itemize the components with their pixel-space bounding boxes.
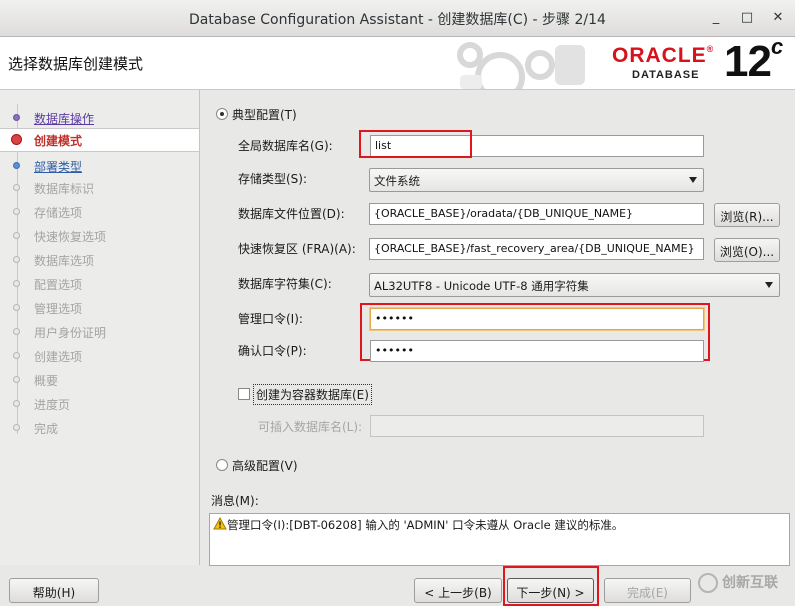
step-disabled-icon	[13, 376, 20, 383]
nav-step-database-operation[interactable]: 数据库操作	[0, 107, 199, 129]
db-file-location-input[interactable]: {ORACLE_BASE}/oradata/{DB_UNIQUE_NAME}	[369, 203, 704, 225]
step-disabled-icon	[13, 280, 20, 287]
step-disabled-icon	[13, 352, 20, 359]
nav-step-finish: 完成	[0, 417, 199, 439]
db-file-location-label: 数据库文件位置(D):	[238, 207, 345, 221]
nav-step-fast-recovery: 快速恢复选项	[0, 225, 199, 247]
warning-icon	[213, 517, 227, 530]
typical-config-radio[interactable]	[216, 108, 228, 120]
back-button[interactable]: < 上一步(B)	[414, 578, 502, 603]
admin-password-label: 管理口令(I):	[238, 312, 303, 326]
finish-button: 完成(E)	[604, 578, 691, 603]
step-disabled-icon	[13, 232, 20, 239]
maximize-button[interactable]: □	[738, 9, 756, 27]
header-banner: 选择数据库创建模式 ORACLE® DATABASE 12c	[0, 37, 795, 90]
nav-step-label: 存储选项	[34, 206, 83, 220]
charset-label: 数据库字符集(C):	[238, 277, 332, 291]
nav-step-summary: 概要	[0, 369, 199, 391]
nav-step-label: 数据库操作	[34, 112, 95, 126]
pluggable-db-label: 可插入数据库名(L):	[258, 420, 363, 434]
nav-step-label: 数据库标识	[34, 182, 95, 196]
typical-config-label[interactable]: 典型配置(T)	[232, 106, 297, 123]
fra-input[interactable]: {ORACLE_BASE}/fast_recovery_area/{DB_UNI…	[369, 238, 704, 260]
nav-step-label: 快速恢复选项	[34, 230, 107, 244]
nav-step-label: 创建选项	[34, 350, 83, 364]
oracle-database-label: DATABASE	[632, 69, 700, 81]
nav-step-label: 进度页	[34, 398, 71, 412]
gears-decoration-icon	[457, 42, 585, 89]
nav-step-deployment-type[interactable]: 部署类型	[0, 155, 199, 177]
step-current-icon	[11, 134, 22, 145]
charset-select[interactable]: AL32UTF8 - Unicode UTF-8 通用字符集	[369, 273, 780, 297]
window-titlebar: Database Configuration Assistant - 创建数据库…	[0, 0, 795, 37]
nav-step-label: 配置选项	[34, 278, 83, 292]
step-disabled-icon	[13, 184, 20, 191]
highlight-next-button	[503, 566, 599, 606]
step-pending-icon	[13, 162, 20, 169]
storage-type-select[interactable]: 文件系统	[369, 168, 704, 192]
step-disabled-icon	[13, 400, 20, 407]
nav-step-label: 概要	[34, 374, 59, 388]
nav-step-creation-mode[interactable]: 创建模式	[0, 128, 199, 152]
page-heading: 选择数据库创建模式	[8, 55, 144, 73]
watermark-logo: 创新互联	[698, 572, 778, 593]
message-text: 管理口令(I):[DBT-06208] 输入的 'ADMIN' 口令未遵从 Or…	[227, 518, 624, 532]
close-button[interactable]: ✕	[769, 9, 787, 27]
step-disabled-icon	[13, 208, 20, 215]
global-db-name-label: 全局数据库名(G):	[238, 139, 333, 153]
nav-step-label: 用户身份证明	[34, 326, 107, 340]
messages-area: 管理口令(I):[DBT-06208] 输入的 'ADMIN' 口令未遵从 Or…	[209, 513, 790, 566]
nav-step-user-credentials: 用户身份证明	[0, 321, 199, 343]
version-logo: 12c	[724, 37, 783, 86]
help-button[interactable]: 帮助(H)	[9, 578, 99, 603]
step-disabled-icon	[13, 256, 20, 263]
nav-step-creation-options: 创建选项	[0, 345, 199, 367]
container-db-checkbox[interactable]	[238, 388, 250, 400]
messages-label: 消息(M):	[211, 494, 259, 508]
admin-password-input[interactable]: ••••••	[370, 308, 704, 330]
advanced-config-label[interactable]: 高级配置(V)	[232, 457, 298, 474]
nav-step-label: 数据库选项	[34, 254, 95, 268]
highlight-global-db-name	[359, 130, 472, 158]
nav-step-label: 部署类型	[34, 160, 83, 174]
pluggable-db-input	[370, 415, 704, 437]
nav-step-label: 管理选项	[34, 302, 83, 316]
nav-step-progress: 进度页	[0, 393, 199, 415]
advanced-config-radio[interactable]	[216, 459, 228, 471]
chevron-down-icon	[689, 177, 697, 183]
confirm-password-label: 确认口令(P):	[238, 344, 307, 358]
step-disabled-icon	[13, 424, 20, 431]
oracle-logo: ORACLE®	[612, 44, 715, 67]
window-title: Database Configuration Assistant - 创建数据库…	[189, 12, 606, 28]
nav-step-storage-options: 存储选项	[0, 201, 199, 223]
chevron-down-icon	[765, 282, 773, 288]
step-disabled-icon	[13, 328, 20, 335]
charset-value: AL32UTF8 - Unicode UTF-8 通用字符集	[374, 279, 589, 293]
nav-step-label: 创建模式	[34, 134, 83, 148]
nav-step-management-options: 管理选项	[0, 297, 199, 319]
storage-type-value: 文件系统	[374, 174, 420, 188]
nav-step-database-identification: 数据库标识	[0, 177, 199, 199]
browse-o-button[interactable]: 浏览(O)...	[714, 238, 780, 262]
step-disabled-icon	[13, 304, 20, 311]
watermark-icon	[698, 573, 718, 593]
browse-r-button[interactable]: 浏览(R)...	[714, 203, 780, 227]
minimize-button[interactable]: _	[707, 9, 725, 27]
step-done-icon	[13, 114, 20, 121]
container-db-label[interactable]: 创建为容器数据库(E)	[253, 384, 372, 405]
nav-step-database-options: 数据库选项	[0, 249, 199, 271]
storage-type-label: 存储类型(S):	[238, 172, 308, 186]
nav-step-config-options: 配置选项	[0, 273, 199, 295]
confirm-password-input[interactable]: ••••••	[370, 340, 704, 362]
fra-label: 快速恢复区 (FRA)(A):	[238, 242, 356, 256]
nav-step-label: 完成	[34, 422, 59, 436]
